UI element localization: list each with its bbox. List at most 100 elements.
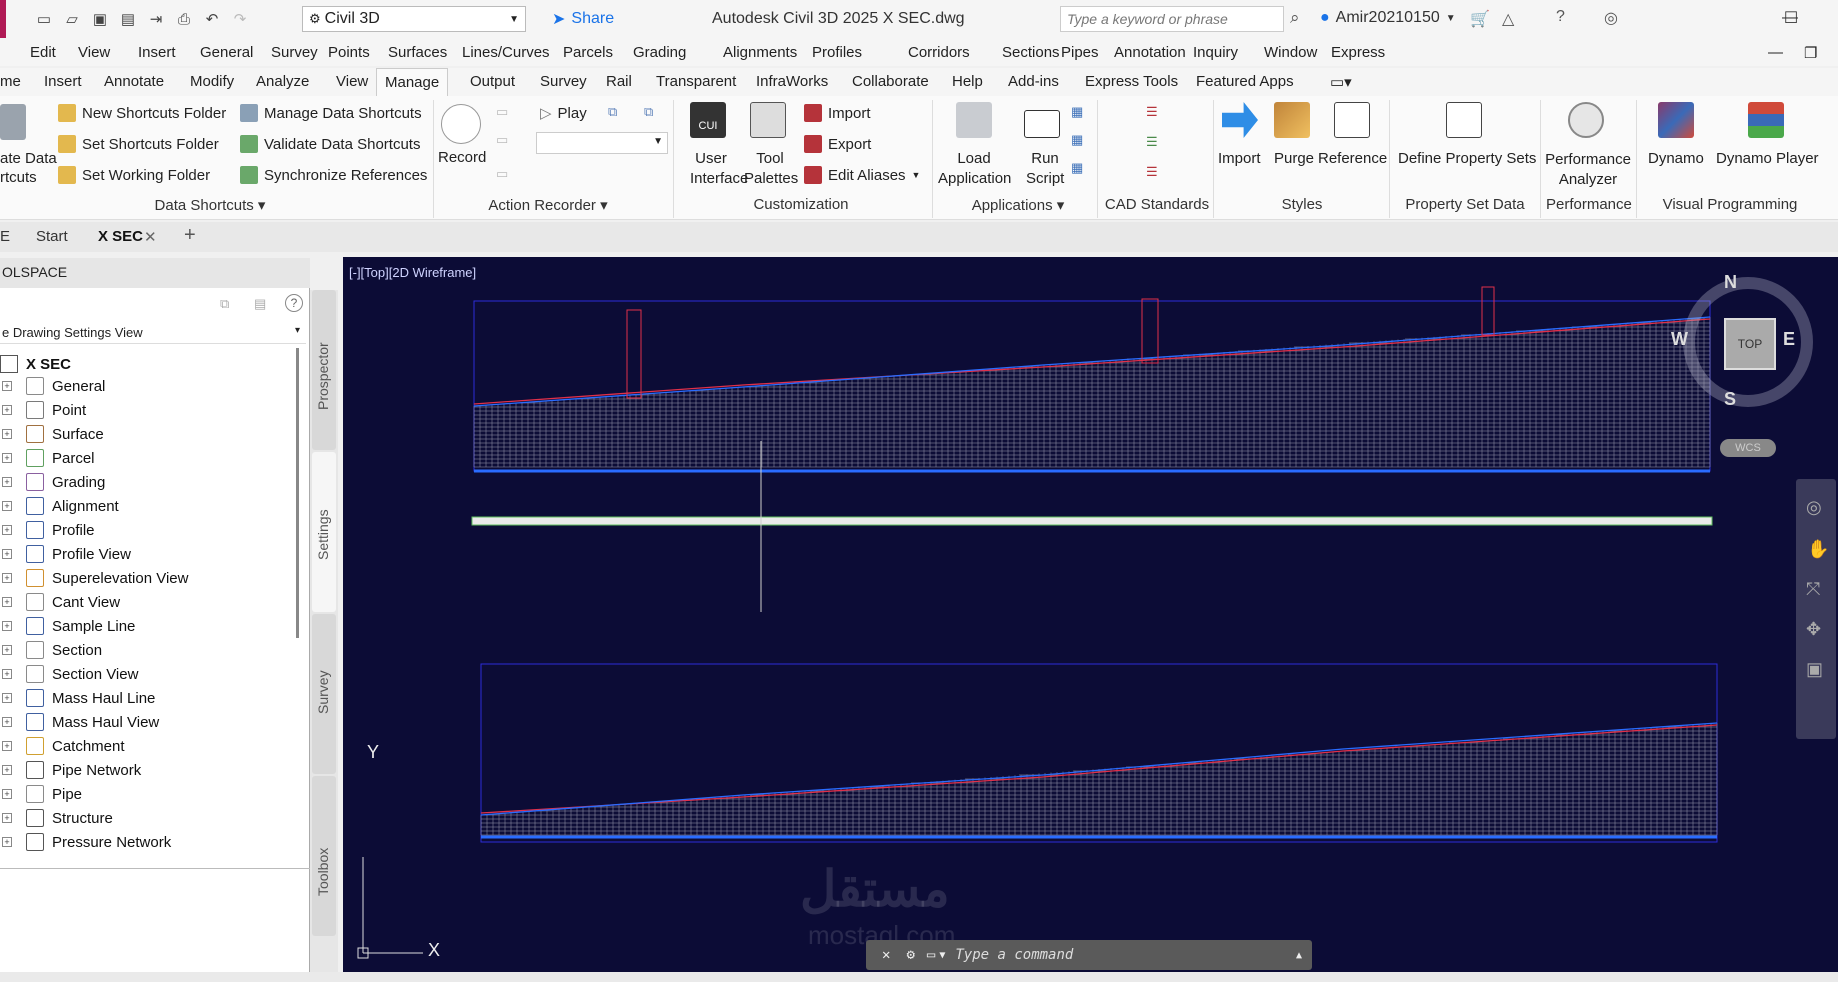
expand-icon[interactable]: + [2, 789, 12, 799]
menu-item[interactable]: Annotation [1114, 44, 1186, 61]
save-icon[interactable]: ▣ [89, 8, 111, 30]
tool-palettes-label[interactable]: Tool Palettes [744, 149, 798, 189]
ribbon-tab[interactable]: Add-ins [1008, 73, 1059, 90]
validate-data-shortcuts-button[interactable]: Validate Data Shortcuts [240, 135, 420, 153]
manage-data-shortcuts-button[interactable]: Manage Data Shortcuts [240, 104, 422, 122]
synchronize-references-button[interactable]: Synchronize References [240, 166, 427, 184]
record-label[interactable]: Record [438, 149, 486, 166]
record-icon[interactable] [441, 104, 481, 144]
cart-icon[interactable]: 🛒 [1470, 9, 1490, 29]
start-tab[interactable]: Start [36, 228, 68, 245]
menu-item[interactable]: Lines/Curves [462, 44, 550, 61]
menu-item[interactable]: Window [1264, 44, 1317, 61]
load-application-label[interactable]: Load Application [938, 149, 1011, 189]
ribbon-tab[interactable]: Rail [606, 73, 632, 90]
performance-analyzer-icon[interactable] [1568, 102, 1604, 138]
expand-icon[interactable]: + [2, 381, 12, 391]
menu-item[interactable]: Parcels [563, 44, 613, 61]
viewcube-top-face[interactable]: TOP [1724, 318, 1776, 370]
dynamo-player-icon[interactable] [1748, 102, 1784, 138]
ribbon-tab[interactable]: Insert [44, 73, 82, 90]
help-icon[interactable]: ? [1556, 8, 1565, 26]
tree-item[interactable]: + Cant View [0, 591, 120, 613]
macro-select[interactable]: ▼ [536, 132, 668, 154]
pan-icon[interactable]: ✋ [1807, 539, 1829, 560]
menu-item[interactable]: Pipes [1061, 44, 1099, 61]
recent-commands-icon[interactable]: ▭ [927, 947, 935, 963]
menu-item[interactable]: Survey [271, 44, 318, 61]
tree-item[interactable]: + Superelevation View [0, 567, 188, 589]
expand-icon[interactable]: + [2, 525, 12, 535]
tree-item[interactable]: + Surface [0, 423, 104, 445]
set-working-folder-button[interactable]: Set Working Folder [58, 166, 210, 184]
create-data-shortcuts-icon[interactable] [0, 104, 26, 140]
undo-icon[interactable]: ↶ [201, 8, 223, 30]
compass-west[interactable]: W [1671, 329, 1688, 350]
ribbon-tab[interactable]: Collaborate [852, 73, 929, 90]
tree-root[interactable]: X SEC [0, 353, 71, 375]
showmotion-icon[interactable]: ▣ [1806, 659, 1823, 680]
configure-standards-icon[interactable]: ☰ [1146, 104, 1158, 120]
tab-settings[interactable]: Settings [312, 452, 336, 612]
autodesk-app-icon[interactable]: △ [1502, 9, 1514, 29]
run-script-label[interactable]: Run Script [1026, 149, 1064, 189]
layer-translator-icon[interactable]: ☰ [1146, 164, 1158, 180]
toolspace-list-icon[interactable]: ▤ [254, 296, 266, 312]
tree-item[interactable]: + Pipe Network [0, 759, 141, 781]
help-icon[interactable]: ? [285, 294, 303, 312]
load-application-icon[interactable] [956, 102, 992, 138]
expand-icon[interactable]: + [2, 429, 12, 439]
dynamo-player-label[interactable]: Dynamo Player [1716, 150, 1819, 167]
tree-item[interactable]: + Mass Haul Line [0, 687, 155, 709]
play-button[interactable]: ▷ Play [540, 104, 587, 123]
check-standards-icon[interactable]: ☰ [1146, 134, 1158, 150]
compass-east[interactable]: E [1783, 329, 1795, 350]
ribbon-tab[interactable]: Help [952, 73, 983, 90]
menu-item[interactable]: Grading [633, 44, 686, 61]
app-logo-icon[interactable] [0, 0, 6, 38]
doc-minimize-icon[interactable]: — [1768, 44, 1783, 61]
create-data-shortcuts-label-1[interactable]: ate Data [0, 150, 57, 167]
expand-icon[interactable]: + [2, 405, 12, 415]
customize-icon[interactable]: ⚙ [906, 947, 914, 963]
expand-icon[interactable]: + [2, 765, 12, 775]
view-select[interactable]: e Drawing Settings View ▾ [0, 322, 306, 344]
import-styles-icon[interactable] [1222, 102, 1258, 138]
compass-south[interactable]: S [1724, 389, 1736, 410]
chevron-up-icon[interactable]: ▲ [1296, 950, 1302, 961]
menu-item[interactable]: Edit [30, 44, 56, 61]
tree-item[interactable]: + Structure [0, 807, 113, 829]
orbit-icon[interactable]: ✥ [1806, 619, 1821, 640]
tree-item[interactable]: + Point [0, 399, 86, 421]
expand-icon[interactable]: + [2, 573, 12, 583]
share-button[interactable]: ➤ Share [552, 9, 614, 29]
tree-item[interactable]: + Catchment [0, 735, 125, 757]
open-file-icon[interactable]: ▱ [61, 8, 83, 30]
ribbon-tab[interactable]: Survey [540, 73, 587, 90]
command-line[interactable]: ✕ ⚙ ▭ ▼ Type a command ▲ [866, 940, 1312, 970]
reference-styles-label[interactable]: Reference [1318, 150, 1387, 167]
settings-icon[interactable]: ◎ [1604, 8, 1618, 28]
menu-item[interactable]: Points [328, 44, 370, 61]
file-menu-tab[interactable]: E [0, 228, 10, 245]
compass-north[interactable]: N [1724, 272, 1737, 293]
manage-macros-icon[interactable]: ⧉ [644, 104, 653, 120]
workspace-select[interactable]: ⚙ Civil 3D ▼ [302, 6, 526, 32]
import-customization-button[interactable]: Import [804, 104, 871, 122]
tree-item[interactable]: + Pressure Network [0, 831, 171, 853]
expand-icon[interactable]: + [2, 717, 12, 727]
purge-styles-label[interactable]: Purge [1274, 150, 1314, 167]
command-input[interactable]: Type a command [955, 947, 1073, 963]
ribbon-tab[interactable]: Manage [376, 68, 449, 96]
ribbon-tab[interactable]: Output [470, 73, 515, 90]
dynamo-icon[interactable] [1658, 102, 1694, 138]
ribbon-tab[interactable]: Analyze [256, 73, 309, 90]
expand-icon[interactable]: + [2, 597, 12, 607]
tree-item[interactable]: + Parcel [0, 447, 95, 469]
save-as-icon[interactable]: ▤ [117, 8, 139, 30]
wcs-menu[interactable]: WCS [1720, 439, 1776, 457]
new-file-icon[interactable]: ▭ [33, 8, 55, 30]
menu-item[interactable]: General [200, 44, 253, 61]
tab-survey[interactable]: Survey [312, 614, 336, 774]
ribbon-tab[interactable]: Annotate [104, 73, 164, 90]
